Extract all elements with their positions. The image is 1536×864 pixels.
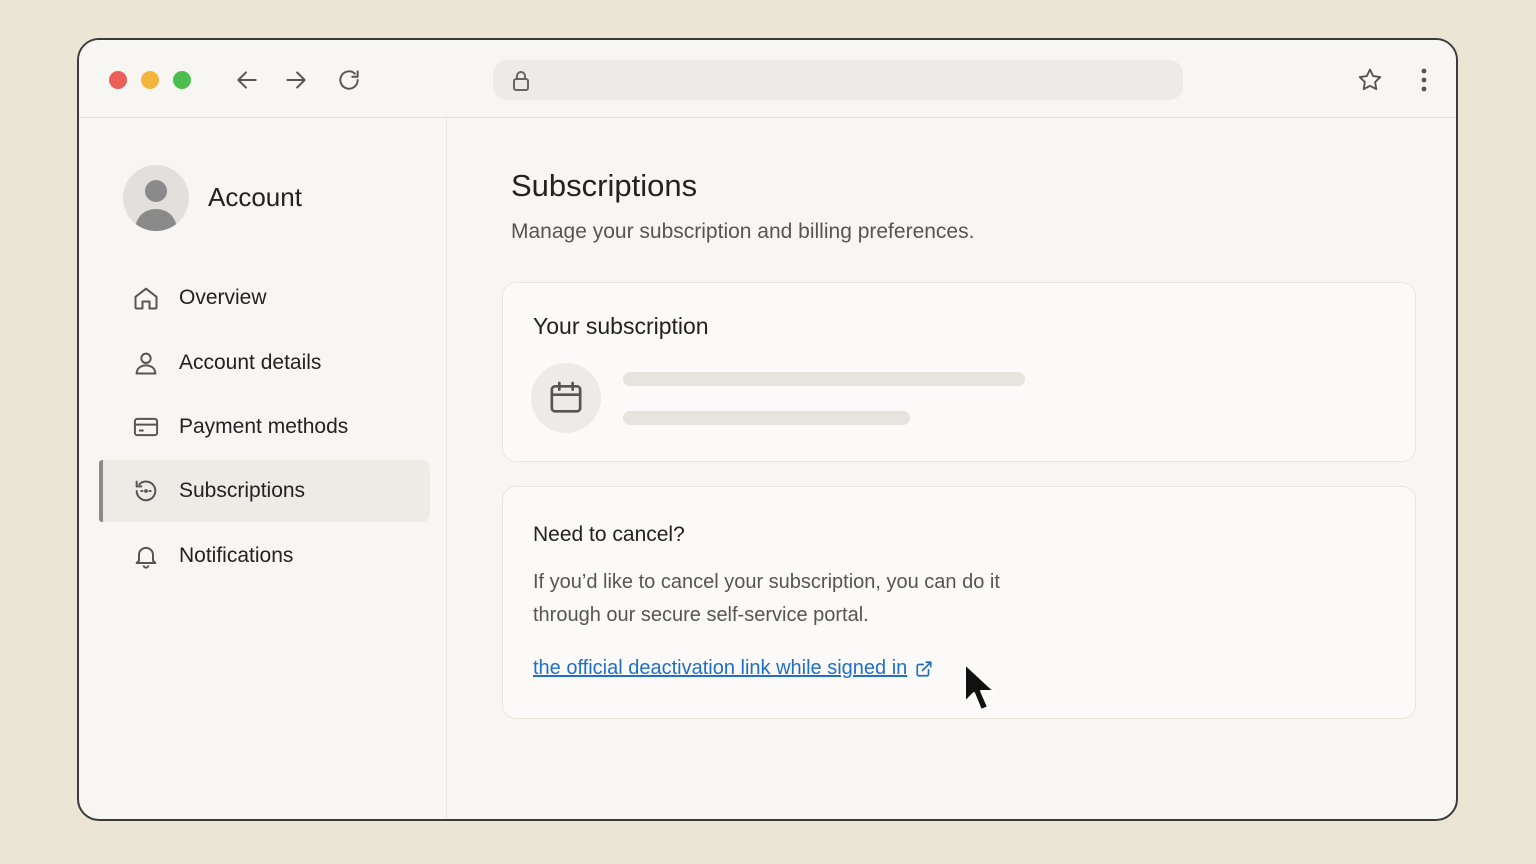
more-vertical-icon[interactable]	[1410, 66, 1438, 94]
lock-icon	[511, 70, 531, 97]
deactivation-link[interactable]: the official deactivation link while sig…	[533, 657, 933, 680]
account-title: Account	[208, 182, 302, 212]
credit-card-icon	[131, 412, 161, 442]
sidebar-item-label: Payment methods	[179, 415, 349, 438]
person-icon	[131, 348, 161, 378]
avatar	[123, 165, 189, 231]
back-arrow-icon[interactable]	[233, 66, 261, 94]
mouse-cursor-icon	[962, 662, 998, 719]
browser-window: Account Overview Account details Payment…	[77, 38, 1458, 821]
subscriptions-icon	[131, 476, 161, 506]
close-window-button[interactable]	[109, 71, 127, 89]
cancel-card: Need to cancel? If you’d like to cancel …	[502, 486, 1416, 719]
minimize-window-button[interactable]	[141, 71, 159, 89]
sidebar: Account Overview Account details Payment…	[79, 118, 447, 819]
main-content: Subscriptions Manage your subscription a…	[447, 118, 1456, 819]
calendar-icon	[531, 363, 601, 433]
page-subtitle: Manage your subscription and billing pre…	[511, 220, 975, 243]
cancel-card-title: Need to cancel?	[533, 523, 685, 546]
home-icon	[131, 283, 161, 313]
forward-arrow-icon[interactable]	[282, 66, 310, 94]
cancel-description: If you’d like to cancel your subscriptio…	[533, 571, 1000, 626]
page-title: Subscriptions	[511, 168, 698, 203]
sidebar-item-notifications[interactable]: Notifications	[99, 525, 430, 587]
external-link-icon	[915, 660, 933, 678]
deactivation-link-label: the official deactivation link while sig…	[533, 657, 908, 679]
sidebar-item-account-details[interactable]: Account details	[99, 332, 430, 394]
maximize-window-button[interactable]	[173, 71, 191, 89]
sidebar-item-label: Notifications	[179, 544, 294, 567]
address-bar[interactable]	[493, 60, 1183, 100]
bell-icon	[131, 541, 161, 571]
sidebar-item-label: Subscriptions	[179, 479, 306, 502]
browser-toolbar	[79, 40, 1456, 118]
reload-icon[interactable]	[335, 66, 363, 94]
subscription-card-title: Your subscription	[533, 313, 709, 339]
subscription-card: Your subscription	[502, 282, 1416, 462]
sidebar-item-overview[interactable]: Overview	[99, 267, 430, 329]
sidebar-item-payment-methods[interactable]: Payment methods	[99, 396, 430, 458]
sidebar-item-label: Account details	[179, 351, 322, 374]
sidebar-item-label: Overview	[179, 286, 267, 309]
star-icon[interactable]	[1356, 66, 1384, 94]
sidebar-item-subscriptions[interactable]: Subscriptions	[99, 460, 430, 522]
loading-placeholder	[623, 411, 910, 425]
loading-placeholder	[623, 372, 1025, 386]
